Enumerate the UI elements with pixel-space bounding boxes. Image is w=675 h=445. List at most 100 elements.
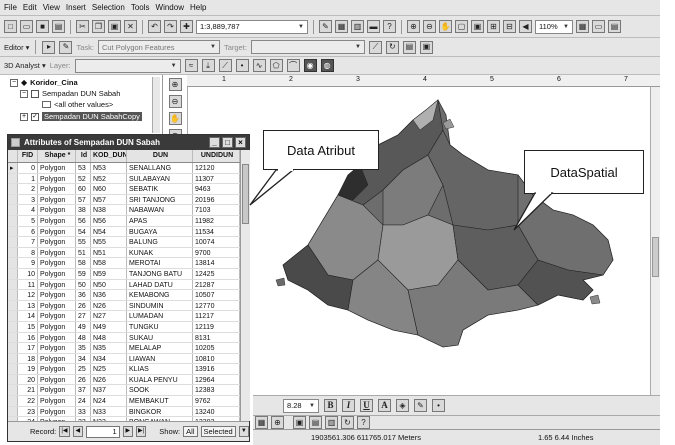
table-cell[interactable]: Polygon (38, 353, 76, 364)
row-selector[interactable] (8, 279, 18, 290)
arctoolbox-icon[interactable]: ▦ (335, 20, 348, 33)
toggle-draft-icon[interactable]: ▦ (576, 20, 589, 33)
scroll-thumb[interactable] (652, 237, 659, 277)
table-cell[interactable]: 9 (18, 258, 38, 268)
row-selector[interactable] (8, 205, 18, 215)
table-row[interactable]: 18 Polygon 34 N34 LIAWAN 10810 (8, 353, 240, 365)
map-vertical-scrollbar[interactable] (650, 87, 660, 395)
table-cell[interactable]: 53 (76, 163, 91, 173)
menu-tools[interactable]: Tools (131, 3, 150, 12)
font-color-icon[interactable]: A (378, 399, 391, 412)
table-cell[interactable]: LAHAD DATU (127, 279, 193, 290)
row-selector[interactable] (8, 343, 18, 353)
contour-icon[interactable]: ≈ (184, 59, 198, 72)
table-cell[interactable]: KLIAS (127, 364, 193, 374)
table-cell[interactable]: 10074 (193, 237, 240, 247)
table-cell[interactable]: 16 (18, 332, 38, 343)
table-cell[interactable]: 12120 (193, 163, 240, 173)
steepest-path-icon[interactable]: ⤓ (201, 59, 215, 72)
table-cell[interactable]: 21 (18, 385, 38, 396)
table-row[interactable]: 16 Polygon 48 N48 SUKAU 8131 (8, 332, 240, 344)
row-selector[interactable] (8, 332, 18, 343)
table-cell[interactable]: KUNAK (127, 247, 193, 258)
table-cell[interactable]: Polygon (38, 268, 76, 279)
focus-frame-icon[interactable]: ▭ (592, 20, 605, 33)
table-cell[interactable]: Polygon (38, 343, 76, 353)
table-cell[interactable]: SOOK (127, 385, 193, 396)
table-row[interactable]: 8 Polygon 51 N51 KUNAK 9700 (8, 247, 240, 259)
table-row[interactable]: 22 Polygon 24 N24 MEMBAKUT 9762 (8, 396, 240, 407)
table-row[interactable]: 9 Polygon 58 N58 MEROTAI 13814 (8, 258, 240, 269)
table-cell[interactable]: LUMADAN (127, 311, 193, 321)
print-preview-icon[interactable]: ▥ (325, 416, 338, 429)
profile-graph-icon[interactable]: ⌒ (286, 59, 300, 72)
table-row[interactable]: 20 Polygon 26 N26 KUALA PENYU 12964 (8, 374, 240, 386)
table-cell[interactable]: KEMABONG (127, 290, 193, 300)
table-cell[interactable]: 6 (18, 226, 38, 237)
collapse-icon[interactable]: − (20, 89, 28, 98)
table-cell[interactable]: N55 (91, 237, 127, 247)
next-record-icon[interactable]: ▶ (122, 426, 133, 437)
menu-window[interactable]: Window (156, 3, 184, 12)
toc-group[interactable]: − ◆ Koridor_Cina (10, 78, 78, 87)
table-cell[interactable]: 48 (76, 332, 91, 343)
layer-visibility-checkbox[interactable]: ✓ (31, 112, 39, 121)
toc-layer-1[interactable]: − Sempadan DUN Sabah (20, 89, 120, 98)
row-selector[interactable] (8, 406, 18, 417)
row-selector[interactable] (8, 258, 18, 268)
menu-help[interactable]: Help (190, 3, 206, 12)
table-cell[interactable]: 50 (76, 279, 91, 290)
table-cell[interactable]: 9700 (193, 247, 240, 258)
table-cell[interactable]: N48 (91, 332, 127, 343)
table-cell[interactable]: NABAWAN (127, 205, 193, 215)
pan-icon[interactable]: ✋ (168, 112, 182, 125)
table-cell[interactable]: 27 (76, 311, 91, 321)
table-cell[interactable]: 12425 (193, 268, 240, 279)
row-selector[interactable] (8, 353, 18, 364)
table-cell[interactable]: 10810 (193, 353, 240, 364)
table-cell[interactable]: 60 (76, 184, 91, 194)
table-cell[interactable]: SEBATIK (127, 184, 193, 194)
table-row[interactable]: 14 Polygon 27 N27 LUMADAN 11217 (8, 311, 240, 322)
table-cell[interactable]: N57 (91, 194, 127, 205)
table-cell[interactable]: N50 (91, 279, 127, 290)
table-cell[interactable]: 20 (18, 374, 38, 385)
table-cell[interactable]: 51 (76, 247, 91, 258)
arcscene-icon[interactable]: ◉ (303, 59, 317, 72)
table-cell[interactable]: 24 (76, 396, 91, 406)
table-cell[interactable]: 3 (18, 194, 38, 205)
table-cell[interactable]: 4 (18, 205, 38, 215)
table-cell[interactable]: SULABAYAN (127, 173, 193, 184)
table-cell[interactable]: 9762 (193, 396, 240, 406)
table-cell[interactable]: BUGAYA (127, 226, 193, 237)
new-icon[interactable]: □ (4, 20, 17, 33)
table-cell[interactable]: TANJONG BATU (127, 268, 193, 279)
table-cell[interactable]: N37 (91, 385, 127, 396)
table-cell[interactable]: TUNGKU (127, 321, 193, 332)
table-row[interactable]: ▸ 0 Polygon 53 N53 SENALLANG 12120 (8, 163, 240, 174)
data-view-icon[interactable]: ⊕ (271, 416, 284, 429)
table-cell[interactable]: 20196 (193, 194, 240, 205)
copy-icon[interactable]: ❐ (92, 20, 105, 33)
table-cell[interactable]: 11 (18, 279, 38, 290)
attributes-icon[interactable]: ▤ (402, 40, 416, 54)
table-cell[interactable]: 10507 (193, 290, 240, 300)
navigate-icon[interactable]: ▣ (293, 416, 306, 429)
arcglobe-icon[interactable]: ◍ (320, 59, 334, 72)
zoom-out-page-icon[interactable]: ⊖ (423, 20, 436, 33)
menu-file[interactable]: File (4, 3, 17, 12)
map-scale-select[interactable]: 1:3,889,787 ▼ (196, 19, 308, 34)
table-cell[interactable]: N36 (91, 290, 127, 300)
table-cell[interactable]: N35 (91, 343, 127, 353)
row-selector[interactable] (8, 364, 18, 374)
zoom-in-icon[interactable]: ⊕ (168, 78, 182, 91)
table-row[interactable]: 17 Polygon 35 N35 MELALAP 10205 (8, 343, 240, 354)
table-cell[interactable]: SUKAU (127, 332, 193, 343)
table-cell[interactable]: 33 (76, 406, 91, 417)
cut-icon[interactable]: ✂ (76, 20, 89, 33)
table-cell[interactable]: N34 (91, 353, 127, 364)
table-cell[interactable]: 14 (18, 311, 38, 321)
attribute-window-titlebar[interactable]: Attributes of Sempadan DUN Sabah _ □ × (8, 135, 249, 150)
interpolate-point-icon[interactable]: • (235, 59, 249, 72)
sketch-tool-icon[interactable]: ✎ (59, 40, 73, 54)
